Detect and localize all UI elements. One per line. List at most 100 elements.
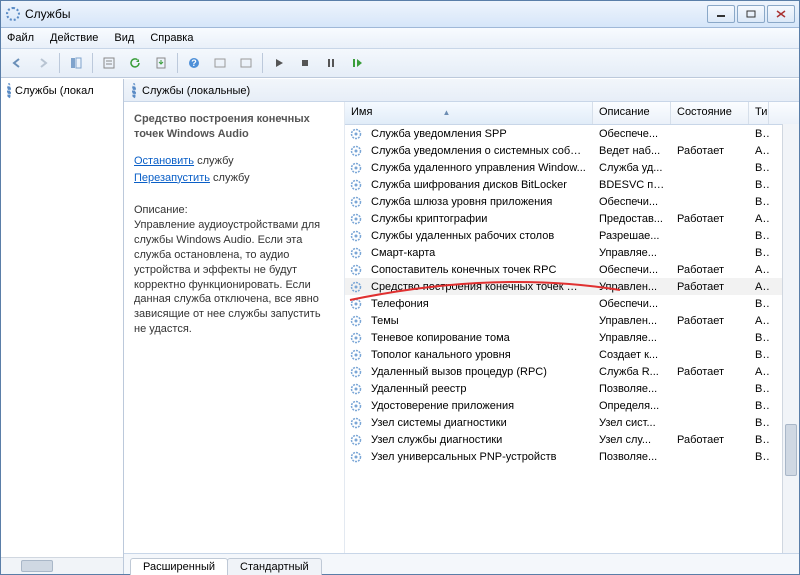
table-row[interactable]: Служба уведомления SPPОбеспече...Вр <box>345 125 799 142</box>
restart-button[interactable] <box>345 51 369 75</box>
cell-name: Узел системы диагностики <box>365 417 593 429</box>
table-row[interactable]: Служба шлюза уровня приложенияОбеспечи..… <box>345 193 799 210</box>
cell-name: Удаленный реестр <box>365 383 593 395</box>
cell-name: Узел универсальных PNP-устройств <box>365 451 593 463</box>
menu-view[interactable]: Вид <box>114 32 134 44</box>
forward-button[interactable] <box>31 51 55 75</box>
toolbar-icon[interactable] <box>234 51 258 75</box>
pause-button[interactable] <box>319 51 343 75</box>
table-row[interactable]: ТемыУправлен...РаботаетАв <box>345 312 799 329</box>
cell-desc: Обеспечи... <box>593 264 671 276</box>
cell-name: Телефония <box>365 298 593 310</box>
menu-help[interactable]: Справка <box>150 32 193 44</box>
col-state[interactable]: Состояние <box>671 102 749 124</box>
tab-standard[interactable]: Стандартный <box>227 558 322 575</box>
cell-desc: Служба R... <box>593 366 671 378</box>
gear-icon <box>349 161 363 175</box>
separator <box>177 53 178 73</box>
nav-label: Службы (локал <box>15 85 94 97</box>
view-tabs: Расширенный Стандартный <box>124 553 799 574</box>
menu-action[interactable]: Действие <box>50 32 98 44</box>
cell-type: Вр <box>749 162 769 174</box>
column-headers: Имя▲ Описание Состояние Ти <box>345 102 799 125</box>
menu-file[interactable]: Файл <box>7 32 34 44</box>
service-rows: Служба уведомления SPPОбеспече...ВрСлужб… <box>345 125 799 553</box>
table-row[interactable]: Тополог канального уровняСоздает к...Вр <box>345 346 799 363</box>
show-hide-tree-button[interactable] <box>64 51 88 75</box>
help-button[interactable]: ? <box>182 51 206 75</box>
gear-icon <box>349 178 363 192</box>
gear-icon <box>349 450 363 464</box>
cell-desc: Ведет наб... <box>593 145 671 157</box>
gear-icon <box>349 195 363 209</box>
gear-icon <box>349 314 363 328</box>
export-button[interactable] <box>149 51 173 75</box>
gear-icon <box>349 365 363 379</box>
gear-icon <box>349 382 363 396</box>
refresh-button[interactable] <box>123 51 147 75</box>
app-icon <box>5 6 21 22</box>
tab-extended[interactable]: Расширенный <box>130 558 228 575</box>
description-label: Описание: <box>134 203 334 218</box>
nav-hscrollbar[interactable] <box>1 557 123 574</box>
table-row[interactable]: Узел системы диагностикиУзел сист...Вр <box>345 414 799 431</box>
cell-desc: Предостав... <box>593 213 671 225</box>
table-row[interactable]: Средство построения конечных точек Wi...… <box>345 278 799 295</box>
toolbar-icon[interactable] <box>208 51 232 75</box>
gear-icon <box>349 348 363 362</box>
cell-name: Служба уведомления о системных собы... <box>365 145 593 157</box>
service-name-heading: Средство построения конечных точек Windo… <box>134 112 334 142</box>
maximize-button[interactable] <box>737 5 765 23</box>
table-row[interactable]: Службы криптографииПредостав...РаботаетА… <box>345 210 799 227</box>
cell-state: Работает <box>671 264 749 276</box>
table-row[interactable]: ТелефонияОбеспечи... Вр <box>345 295 799 312</box>
cell-name: Темы <box>365 315 593 327</box>
detail-pane: Средство построения конечных точек Windo… <box>124 102 344 553</box>
cell-type: Ав <box>749 145 769 157</box>
cell-desc: Позволяе... <box>593 451 671 463</box>
cell-desc: Обеспечи... <box>593 298 671 310</box>
table-row[interactable]: Сопоставитель конечных точек RPCОбеспечи… <box>345 261 799 278</box>
vscrollbar[interactable] <box>782 124 799 553</box>
start-button[interactable] <box>267 51 291 75</box>
col-name[interactable]: Имя▲ <box>345 102 593 124</box>
cell-desc: Управляе... <box>593 247 671 259</box>
cell-state: Работает <box>671 145 749 157</box>
back-button[interactable] <box>5 51 29 75</box>
properties-button[interactable] <box>97 51 121 75</box>
table-row[interactable]: Удостоверение приложенияОпределя...Вр <box>345 397 799 414</box>
table-row[interactable]: Удаленный вызов процедур (RPC)Служба R..… <box>345 363 799 380</box>
cell-desc: Узел слу... <box>593 434 671 446</box>
col-type[interactable]: Ти <box>749 102 769 124</box>
cell-type: Ав <box>749 264 769 276</box>
table-row[interactable]: Служба удаленного управления Window...Сл… <box>345 159 799 176</box>
toolbar: ? <box>1 49 799 78</box>
nav-root[interactable]: Службы (локал <box>1 79 123 103</box>
stop-link[interactable]: Остановить <box>134 155 194 167</box>
table-row[interactable]: Удаленный реестрПозволяе...Вр <box>345 380 799 397</box>
minimize-button[interactable] <box>707 5 735 23</box>
description-text: Управление аудиоустройствами для службы … <box>134 218 334 337</box>
table-row[interactable]: Узел универсальных PNP-устройствПозволяе… <box>345 448 799 465</box>
cell-type: Вр <box>749 196 769 208</box>
separator <box>92 53 93 73</box>
table-row[interactable]: Служба уведомления о системных собы...Ве… <box>345 142 799 159</box>
restart-link[interactable]: Перезапустить <box>134 172 210 184</box>
close-button[interactable] <box>767 5 795 23</box>
cell-type: Вр <box>749 298 769 310</box>
table-row[interactable]: Служба шифрования дисков BitLockerBDESVC… <box>345 176 799 193</box>
cell-desc: Управлен... <box>593 281 671 293</box>
table-row[interactable]: Смарт-картаУправляе...Вр <box>345 244 799 261</box>
titlebar[interactable]: Службы <box>1 1 799 28</box>
gear-icon <box>349 297 363 311</box>
stop-button[interactable] <box>293 51 317 75</box>
cell-type: Вр <box>749 451 769 463</box>
body: Службы (локал Службы (локальные) Средств… <box>1 78 799 574</box>
table-row[interactable]: Теневое копирование томаУправляе...Вр <box>345 329 799 346</box>
cell-name: Служба удаленного управления Window... <box>365 162 593 174</box>
col-desc[interactable]: Описание <box>593 102 671 124</box>
table-row[interactable]: Службы удаленных рабочих столовРазрешае.… <box>345 227 799 244</box>
table-row[interactable]: Узел службы диагностикиУзел слу...Работа… <box>345 431 799 448</box>
window-title: Службы <box>25 7 707 21</box>
cell-state: Работает <box>671 434 749 446</box>
